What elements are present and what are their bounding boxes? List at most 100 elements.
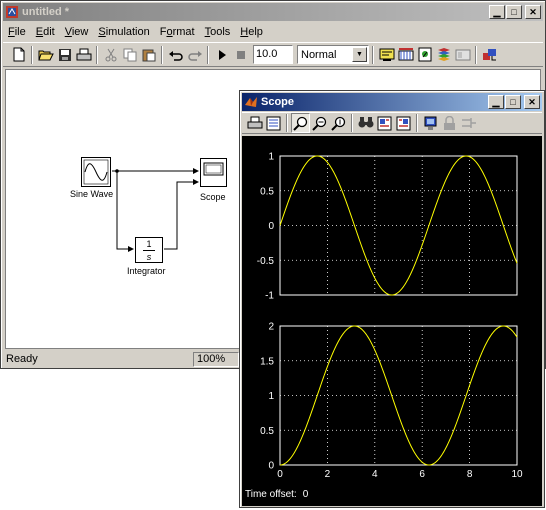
restore-axes-button[interactable]: [394, 113, 413, 133]
sine-wave-block[interactable]: [81, 157, 111, 187]
open-icon: [37, 50, 54, 60]
new-button[interactable]: [9, 45, 28, 65]
menu-format[interactable]: Format: [155, 26, 200, 38]
copy-button[interactable]: [120, 45, 139, 65]
chevron-down-icon[interactable]: ▼: [352, 47, 367, 62]
print-button[interactable]: [74, 45, 93, 65]
y-tick-label: -0.5: [257, 256, 275, 267]
scope-plot-area: 1 0.5 0 -0.5 -1 2 1.5 1 0.5 0 0 2 4 6 8 10 Time offset:…: [242, 136, 542, 506]
new-icon: [13, 47, 24, 62]
floating-scope-icon: [424, 116, 437, 130]
undo-icon: [168, 50, 183, 61]
toolbar-separator: [286, 114, 288, 132]
zoom-y-button[interactable]: [329, 113, 348, 133]
build-button[interactable]: [377, 45, 396, 65]
cut-icon: [105, 48, 116, 61]
x-tick-label: 6: [419, 469, 425, 480]
save-button[interactable]: [55, 45, 74, 65]
stop-icon: [236, 50, 245, 59]
y-tick-label: 1: [268, 391, 274, 402]
redo-icon: [187, 50, 202, 61]
scope-parameters-button[interactable]: [264, 113, 283, 133]
copy-icon: [123, 48, 136, 61]
redo-button[interactable]: [185, 45, 204, 65]
debug-button[interactable]: [415, 45, 434, 65]
scope-toolbar: [242, 112, 542, 134]
menu-edit-accel: E: [35, 25, 44, 38]
save-axes-button[interactable]: [375, 113, 394, 133]
y-tick-label: 0: [268, 221, 274, 232]
scope-print-button[interactable]: [245, 113, 264, 133]
scope-minimize-button[interactable]: ▁: [488, 95, 504, 109]
sine-wave-icon: [83, 159, 109, 185]
signal-selector-icon: [461, 118, 476, 128]
open-button[interactable]: [36, 45, 55, 65]
library-browser-button[interactable]: [434, 45, 453, 65]
floating-scope-button[interactable]: [421, 113, 440, 133]
paste-button[interactable]: [139, 45, 158, 65]
y-tick-label: 0.5: [260, 186, 274, 197]
scope-maximize-button[interactable]: □: [505, 95, 521, 109]
explorer-icon: [455, 49, 470, 60]
zoom-icon: [293, 116, 308, 131]
y-tick-label: -1: [265, 291, 274, 302]
save-axes-icon: [377, 116, 392, 130]
model-browser-icon: [482, 49, 496, 61]
autoscale-button[interactable]: [356, 113, 375, 133]
menu-edit[interactable]: Edit: [31, 26, 60, 38]
simulation-mode-select[interactable]: Normal ▼: [297, 45, 369, 64]
menu-help[interactable]: Help: [235, 26, 268, 38]
model-browser-button[interactable]: [480, 45, 499, 65]
y-tick-label: 2: [268, 322, 274, 333]
minimize-button[interactable]: ▁: [489, 5, 505, 19]
stop-time-input[interactable]: 10.0: [253, 45, 293, 64]
maximize-button[interactable]: □: [506, 5, 522, 19]
menu-simulation[interactable]: Simulation: [93, 26, 154, 38]
menu-view-rest: iew: [71, 25, 89, 38]
matlab-logo-icon: [245, 97, 257, 107]
zoom-button[interactable]: [291, 113, 310, 133]
sine-wave-label: Sine Wave: [70, 189, 114, 199]
undo-button[interactable]: [166, 45, 185, 65]
toolbar-separator: [351, 114, 353, 132]
scope-display-icon: [203, 162, 224, 176]
minimize-icon: ▁: [493, 6, 501, 17]
menu-file-rest: ile: [14, 25, 26, 38]
toolbar-separator: [475, 45, 477, 64]
debug-icon: [418, 47, 431, 62]
parameters-icon: [266, 116, 281, 130]
x-tick-label: 10: [511, 469, 523, 480]
paste-icon: [142, 49, 155, 61]
lock-axes-button[interactable]: [440, 113, 459, 133]
stop-simulation-button[interactable]: [231, 45, 250, 65]
model-explorer-button[interactable]: [453, 45, 472, 65]
cut-button[interactable]: [101, 45, 120, 65]
zoom-x-button[interactable]: [310, 113, 329, 133]
start-simulation-button[interactable]: [212, 45, 231, 65]
toolbar-separator: [372, 45, 374, 64]
close-button[interactable]: ✕: [525, 5, 541, 19]
minimize-icon: ▁: [492, 96, 500, 107]
integrator-fraction-bar: [143, 250, 155, 251]
model-menubar: File Edit View Simulation Format Tools H…: [3, 22, 543, 41]
scope-close-button[interactable]: ✕: [524, 95, 540, 109]
toolbar-separator: [96, 45, 98, 64]
update-icon: [398, 47, 413, 60]
toolbar-separator: [31, 45, 33, 64]
print-icon: [247, 116, 262, 129]
model-titlebar[interactable]: untitled * ▁ □ ✕: [3, 3, 543, 21]
signal-selector-button[interactable]: [459, 113, 478, 133]
menu-simulation-rest: imulation: [105, 25, 150, 38]
scope-block[interactable]: [200, 158, 227, 187]
menu-file[interactable]: File: [3, 26, 31, 38]
zoom-level: 100%: [193, 351, 239, 367]
autoscale-icon: [358, 117, 373, 128]
integrator-block[interactable]: 1 s: [135, 237, 163, 263]
update-diagram-button[interactable]: [396, 45, 415, 65]
menu-tools[interactable]: Tools: [200, 26, 236, 38]
y-tick-label: 1: [268, 152, 274, 163]
menu-view[interactable]: View: [60, 26, 94, 38]
zoom-x-icon: [312, 116, 327, 131]
scope-titlebar[interactable]: Scope ▁ □ ✕: [242, 93, 542, 111]
model-toolbar: 10.0 Normal ▼: [3, 42, 543, 67]
